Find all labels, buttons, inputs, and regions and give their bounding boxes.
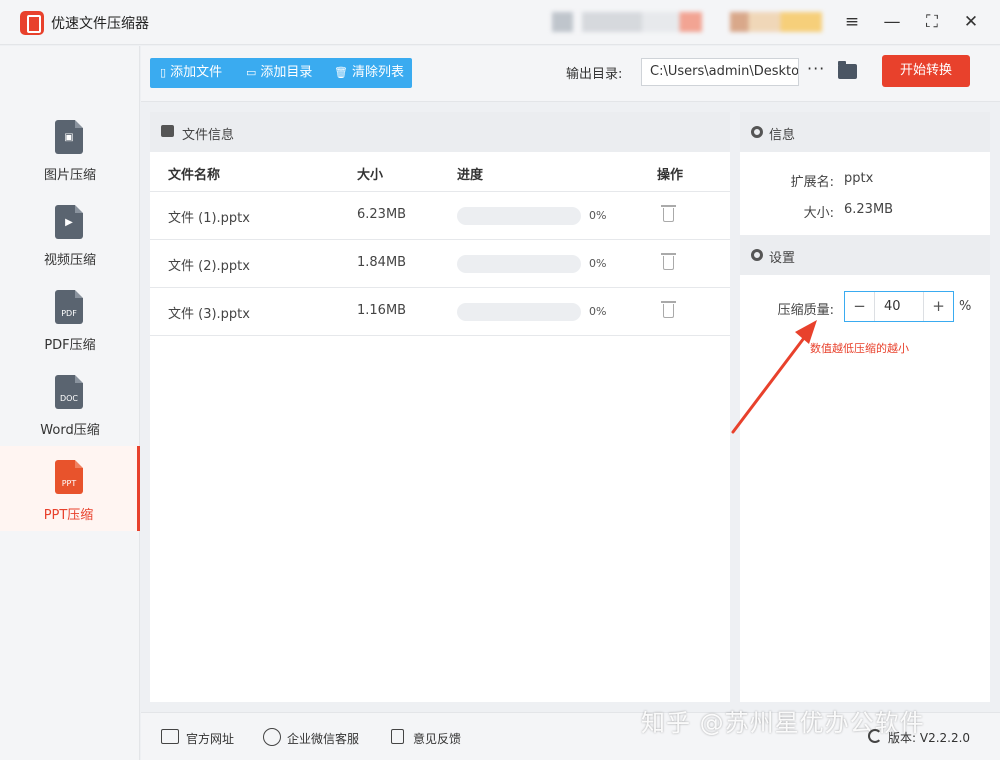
sidebar-item-ppt[interactable]: PPT PPT压缩 [0, 446, 140, 531]
sidebar-item-label: PDF压缩 [44, 338, 96, 353]
file-panel-title: 文件信息 [182, 128, 235, 143]
progress-percent: 0% [589, 305, 607, 318]
file-panel-header: 文件信息 [150, 112, 730, 152]
footer: 官方网址 企业微信客服 意见反馈 知乎 @苏州星优办公软件 版本: V2.2.2… [141, 709, 1000, 760]
folder-outline-icon: ▭ [246, 66, 257, 79]
file-actions-group: ▯ 添加文件 ▭ 添加目录 🗑 清除列表 [150, 58, 412, 88]
close-icon[interactable]: ✕ [959, 10, 983, 34]
blurred-user-info [552, 12, 702, 32]
wechat-service-icon [263, 728, 281, 746]
column-header-size: 大小 [357, 168, 384, 183]
info-title: 信息 [769, 128, 796, 143]
progress-percent: 0% [589, 257, 607, 270]
decrease-button[interactable]: − [845, 292, 875, 321]
progress-percent: 0% [589, 209, 607, 222]
title-bar: 优速文件压缩器 ≡ — ⛶ ✕ [0, 0, 1000, 45]
doc-file-icon: DOC [55, 375, 83, 409]
file-size: 1.84MB [357, 255, 407, 270]
image-file-icon: ▣ [55, 120, 83, 154]
trash-icon: 🗑 [334, 66, 348, 79]
app-logo-icon [20, 11, 44, 35]
table-row[interactable]: 文件 (1).pptx 6.23MB 0% [150, 191, 730, 239]
size-value: 6.23MB [844, 202, 894, 217]
image-icon [161, 125, 174, 137]
sidebar-item-label: 图片压缩 [43, 168, 96, 183]
delete-icon[interactable] [661, 205, 676, 222]
file-size: 1.16MB [357, 303, 407, 318]
increase-button[interactable]: + [923, 292, 953, 321]
menu-icon[interactable]: ≡ [840, 10, 864, 34]
table-row[interactable]: 文件 (3).pptx 1.16MB 0% [150, 287, 730, 335]
sidebar-item-label: Word压缩 [40, 423, 100, 438]
output-dir-field[interactable]: C:\Users\admin\Deskto [641, 58, 799, 86]
size-label: 大小: [803, 206, 834, 221]
file-icon: ▯ [160, 66, 167, 79]
start-convert-button[interactable]: 开始转换 [882, 55, 970, 87]
blurred-account [730, 12, 822, 32]
gear-icon [751, 126, 763, 138]
extension-label: 扩展名: [790, 175, 834, 190]
file-list-panel: 文件信息 文件名称 大小 进度 操作 文件 (1).pptx 6.23MB 0%… [150, 112, 730, 702]
version-text: 版本: V2.2.2.0 [888, 731, 971, 745]
toolbar: ▯ 添加文件 ▭ 添加目录 🗑 清除列表 输出目录: C:\Users\admin\D… [141, 46, 1000, 102]
file-name: 文件 (2).pptx [168, 259, 250, 274]
folder-icon[interactable] [838, 61, 857, 79]
maximize-icon[interactable]: ⛶ [920, 10, 944, 34]
delete-icon[interactable] [661, 253, 676, 270]
extension-value: pptx [844, 171, 874, 186]
sidebar: ▣ 图片压缩 ▶ 视频压缩 PDF PDF压缩 DOC Word压缩 PPT P… [0, 46, 140, 760]
file-size: 6.23MB [357, 207, 407, 222]
feedback-icon [391, 729, 404, 744]
settings-title: 设置 [769, 251, 796, 266]
file-name: 文件 (1).pptx [168, 211, 250, 226]
minimize-icon[interactable]: — [880, 10, 904, 34]
delete-icon[interactable] [661, 301, 676, 318]
video-file-icon: ▶ [55, 205, 83, 239]
percent-unit: % [959, 299, 972, 314]
more-options-button[interactable]: ··· [807, 59, 825, 78]
info-header: 信息 [740, 112, 990, 152]
sidebar-item-word[interactable]: DOC Word压缩 [0, 361, 140, 446]
progress-bar [457, 255, 581, 273]
column-header-name: 文件名称 [168, 168, 221, 183]
output-dir-label: 输出目录: [566, 67, 623, 82]
progress-bar [457, 207, 581, 225]
wechat-service-link[interactable]: 企业微信客服 [287, 730, 359, 747]
app-title: 优速文件压缩器 [51, 16, 149, 32]
divider [150, 335, 730, 336]
feedback-link[interactable]: 意见反馈 [413, 730, 461, 747]
column-header-action: 操作 [657, 168, 684, 183]
website-icon [161, 729, 179, 744]
add-file-button[interactable]: ▯ 添加文件 [160, 58, 222, 88]
sidebar-item-pdf[interactable]: PDF PDF压缩 [0, 276, 140, 361]
quality-input[interactable] [876, 292, 922, 321]
refresh-icon[interactable] [868, 729, 882, 743]
sidebar-item-image[interactable]: ▣ 图片压缩 [0, 106, 140, 191]
settings-header: 设置 [740, 235, 990, 275]
sidebar-item-video[interactable]: ▶ 视频压缩 [0, 191, 140, 276]
add-directory-button[interactable]: ▭ 添加目录 [246, 58, 312, 88]
progress-bar [457, 303, 581, 321]
ppt-file-icon: PPT [55, 460, 83, 494]
clear-list-button[interactable]: 🗑 清除列表 [334, 58, 404, 88]
quality-stepper[interactable]: − + [844, 291, 954, 322]
column-header-progress: 进度 [457, 168, 484, 183]
table-row[interactable]: 文件 (2).pptx 1.84MB 0% [150, 239, 730, 287]
sidebar-item-label: PPT压缩 [43, 508, 94, 523]
annotation-arrow [731, 320, 817, 434]
pdf-file-icon: PDF [55, 290, 83, 324]
official-website-link[interactable]: 官方网址 [186, 730, 234, 747]
watermark: 知乎 @苏州星优办公软件 [641, 709, 925, 737]
file-name: 文件 (3).pptx [168, 307, 250, 322]
sidebar-item-label: 视频压缩 [43, 253, 96, 268]
gear-icon [751, 249, 763, 261]
